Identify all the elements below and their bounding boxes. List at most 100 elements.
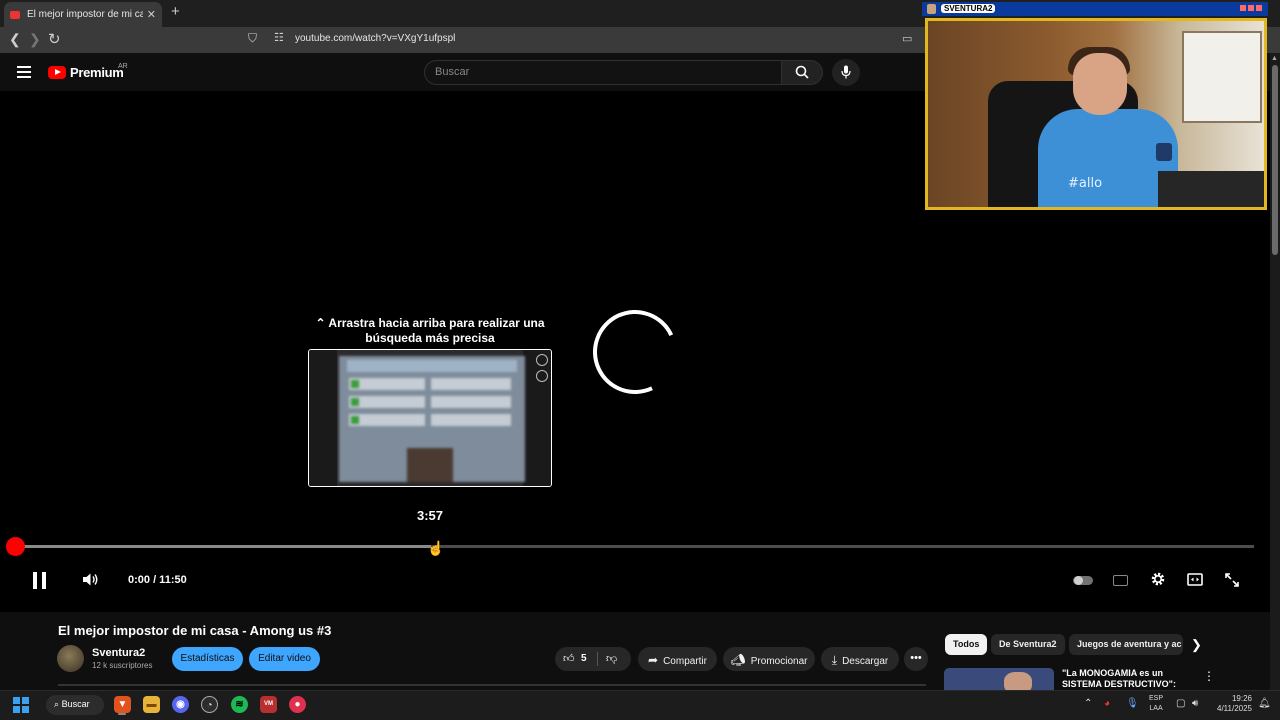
url-text: youtube.com/watch?v=VXgY1ufpspl (295, 33, 456, 44)
taskbar-search-label: Buscar (61, 699, 90, 709)
logo-text: Premium (70, 65, 124, 80)
menu-icon[interactable] (17, 66, 31, 78)
tray-mic-icon[interactable]: 🎙︎ (1126, 698, 1139, 709)
more-actions-button[interactable]: ••• (904, 647, 928, 671)
cast-icon[interactable]: ▭ (902, 32, 912, 45)
streamer-name: SVENTURA2 (941, 4, 996, 13)
share-icon: ➦ (648, 653, 659, 667)
obs-icon[interactable]: ◔ (201, 696, 218, 713)
overlay-minimize-icon (1240, 5, 1246, 11)
reload-button[interactable]: ↻ (48, 30, 61, 48)
speaker-icon[interactable]: 🔊︎ (1192, 698, 1198, 709)
page-scrollbar[interactable]: ▲ (1270, 53, 1280, 690)
voice-search-button[interactable] (832, 59, 860, 86)
discord-icon[interactable]: ◉ (172, 696, 189, 713)
recommended-title[interactable]: "La MONOGAMIA es un SISTEMA DESTRUCTIVO"… (1062, 668, 1192, 690)
system-clock[interactable]: 19:26 4/11/2025 (1212, 694, 1252, 714)
download-icon: ⤓ (831, 653, 838, 667)
pause-button[interactable] (33, 572, 47, 589)
search-icon (795, 65, 809, 79)
bookmark-icon[interactable]: ⛉ (248, 31, 257, 46)
seek-hint-line-1: ⌃ Arrastra hacia arriba para realizar un… (315, 316, 545, 330)
fullscreen-icon (1225, 573, 1239, 587)
search-button[interactable] (781, 60, 823, 85)
clock-date: 4/11/2025 (1217, 704, 1252, 713)
autoplay-toggle[interactable] (1073, 576, 1093, 585)
seek-preview-thumbnail (308, 349, 552, 487)
time-display: 0:00 / 11:50 (128, 574, 187, 586)
search-input[interactable]: Buscar (424, 60, 782, 85)
recording-app-icon[interactable]: ● (289, 696, 306, 713)
tab-close-icon[interactable]: ✕ (147, 8, 156, 21)
fullscreen-button[interactable] (1225, 573, 1239, 592)
chip-de-sventura2[interactable]: De Sventura2 (991, 634, 1065, 655)
tray-overflow-icon[interactable]: ⌃ (1084, 698, 1092, 709)
settings-button[interactable] (1150, 571, 1166, 592)
shirt-text: #allo (1068, 176, 1103, 191)
spotify-icon[interactable]: ≋ (231, 696, 248, 713)
input-language[interactable]: ESP LAA (1149, 694, 1163, 714)
share-button[interactable]: ➦ Compartir (638, 647, 717, 671)
file-explorer-icon[interactable]: ▬ (143, 696, 160, 713)
gear-icon (1151, 572, 1165, 586)
notification-bell-icon[interactable]: 🔔︎ (1258, 698, 1271, 709)
youtube-favicon-icon (10, 10, 20, 19)
channel-name[interactable]: Sventura2 (92, 647, 145, 659)
recommended-menu-icon[interactable]: ⋮ (1203, 669, 1215, 683)
subscriber-count: 12 k suscriptores (92, 661, 153, 670)
preview-timestamp: 3:57 (416, 508, 444, 523)
scrollbar-thumb[interactable] (1272, 65, 1278, 255)
search-icon: ⌕ (54, 699, 60, 709)
brave-browser-icon[interactable]: ▼ (114, 696, 131, 713)
streamer-avatar-icon (927, 4, 936, 14)
new-tab-button[interactable]: + (171, 3, 180, 20)
loading-spinner-icon (581, 298, 689, 406)
region-code: AR (118, 63, 128, 70)
edit-video-button[interactable]: Editar video (249, 647, 320, 671)
clock-time: 19:26 (1231, 694, 1252, 703)
theater-mode-button[interactable] (1187, 573, 1203, 591)
lang-line-2: LAA (1149, 705, 1163, 712)
youtube-premium-logo[interactable]: Premium AR (48, 63, 128, 80)
chevron-right-icon[interactable]: ❯ (1191, 637, 1202, 653)
address-bar[interactable]: ⛉ ☷ youtube.com/watch?v=VXgY1ufpspl ▭ (240, 29, 920, 50)
tray-app-icon[interactable]: ◕ (1104, 698, 1110, 709)
network-icon[interactable]: ▢ (1176, 698, 1185, 709)
lang-line-1: ESP (1149, 695, 1164, 702)
taskbar-search[interactable]: ⌕ Buscar (46, 695, 104, 715)
site-info-icon[interactable]: ☷ (274, 31, 284, 44)
download-label: Descargar (842, 656, 889, 667)
seek-hint: ⌃ Arrastra hacia arriba para realizar un… (310, 316, 550, 346)
like-icon[interactable]: 👍︎ (563, 652, 575, 665)
youtube-play-icon (48, 66, 66, 79)
voicemeeter-icon[interactable]: VM (260, 696, 277, 713)
progress-scrubber[interactable] (6, 537, 25, 556)
promote-button[interactable]: 📣︎ Promocionar (723, 647, 815, 671)
recommended-thumbnail[interactable] (944, 668, 1054, 690)
video-title: El mejor impostor de mi casa - Among us … (58, 623, 332, 638)
seek-hint-line-2: búsqueda más precisa (365, 331, 495, 345)
subtitles-button[interactable] (1113, 575, 1128, 586)
volume-icon (83, 573, 98, 586)
microphone-icon (841, 65, 851, 79)
browser-tab-active[interactable]: El mejor impostor de mi casa - A ✕ (4, 2, 162, 27)
whiteboard (1182, 31, 1262, 123)
overlay-close-icon (1256, 5, 1262, 11)
stats-button[interactable]: Estadísticas (172, 647, 243, 671)
like-count: 5 (581, 653, 587, 664)
progress-bar[interactable] (16, 545, 1254, 548)
chip-juegos-aventura[interactable]: Juegos de aventura y ac (1069, 634, 1183, 655)
megaphone-icon: 📣︎ (730, 653, 746, 667)
promote-label: Promocionar (750, 656, 808, 667)
scroll-up-icon[interactable]: ▲ (1271, 55, 1278, 62)
channel-avatar[interactable] (57, 645, 84, 672)
forward-button[interactable]: ❯ (29, 31, 41, 48)
dislike-icon[interactable]: 👎︎ (606, 652, 617, 665)
windows-start-icon[interactable] (13, 697, 29, 713)
download-button[interactable]: ⤓ Descargar (821, 647, 899, 671)
like-dislike-group: 👍︎ 5 👎︎ (555, 647, 631, 671)
overlay-maximize-icon (1248, 5, 1254, 11)
back-button[interactable]: ❮ (9, 31, 21, 48)
volume-button[interactable] (82, 572, 99, 591)
chip-todos[interactable]: Todos (945, 634, 988, 655)
